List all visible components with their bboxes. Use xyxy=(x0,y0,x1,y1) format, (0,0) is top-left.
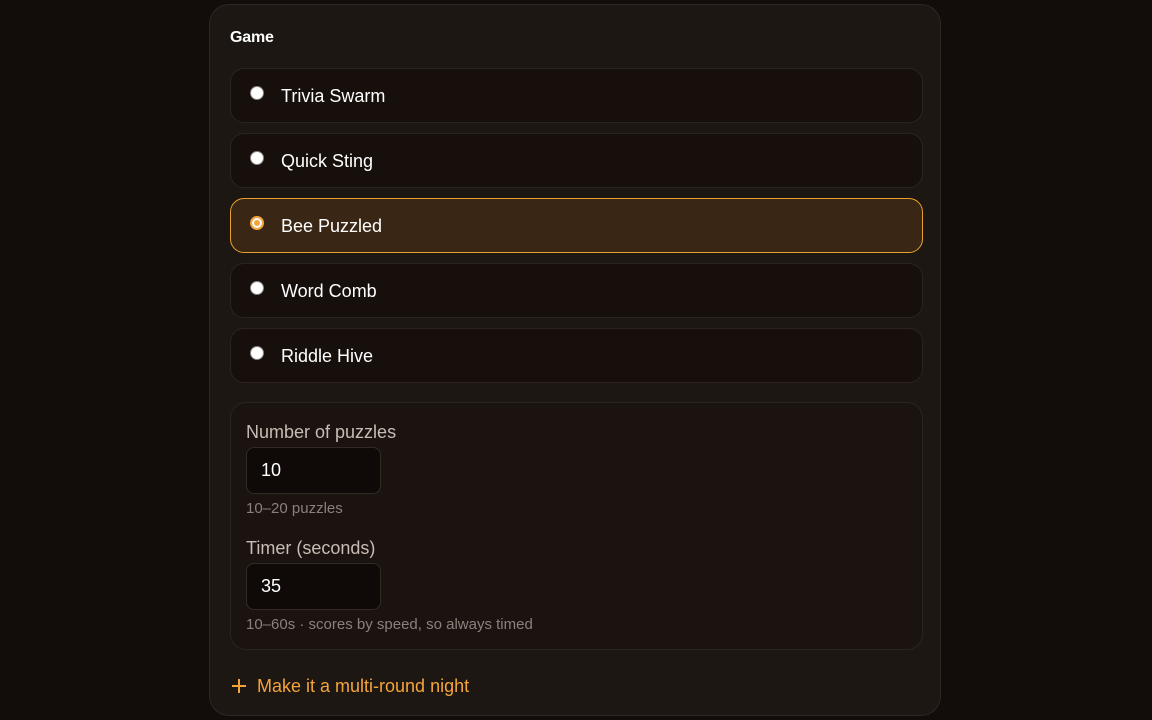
radio-button[interactable] xyxy=(250,281,264,295)
puzzles-input[interactable] xyxy=(246,447,381,494)
game-settings-panel: Game Trivia Swarm Quick Sting Bee Puzzle… xyxy=(209,4,941,716)
multi-round-button[interactable]: Make it a multi-round night xyxy=(232,676,469,696)
radio-button[interactable] xyxy=(250,151,264,165)
timer-input[interactable] xyxy=(246,563,381,610)
game-settings-box: Number of puzzles 10–20 puzzles Timer (s… xyxy=(230,402,923,650)
timer-hint: 10–60s · scores by speed, so always time… xyxy=(246,616,533,633)
game-option-label: Bee Puzzled xyxy=(281,216,383,236)
game-options-list: Trivia Swarm Quick Sting Bee Puzzled Wor… xyxy=(230,68,923,393)
section-title: Game xyxy=(230,29,274,46)
game-option-label: Riddle Hive xyxy=(281,346,374,366)
game-option-quick-sting[interactable]: Quick Sting xyxy=(230,133,923,188)
radio-button[interactable] xyxy=(250,346,264,360)
game-option-trivia-swarm[interactable]: Trivia Swarm xyxy=(230,68,923,123)
timer-label: Timer (seconds) xyxy=(246,538,376,558)
radio-button-selected[interactable] xyxy=(250,216,264,230)
puzzles-hint: 10–20 puzzles xyxy=(246,500,343,517)
radio-button[interactable] xyxy=(250,86,264,100)
plus-icon xyxy=(232,679,246,693)
multi-round-label: Make it a multi-round night xyxy=(257,676,470,696)
game-option-word-comb[interactable]: Word Comb xyxy=(230,263,923,318)
game-option-riddle-hive[interactable]: Riddle Hive xyxy=(230,328,923,383)
game-option-label: Quick Sting xyxy=(281,151,374,171)
game-option-label: Trivia Swarm xyxy=(281,86,386,106)
game-option-bee-puzzled[interactable]: Bee Puzzled xyxy=(230,198,923,253)
game-option-label: Word Comb xyxy=(281,281,377,301)
puzzles-label: Number of puzzles xyxy=(246,422,397,442)
